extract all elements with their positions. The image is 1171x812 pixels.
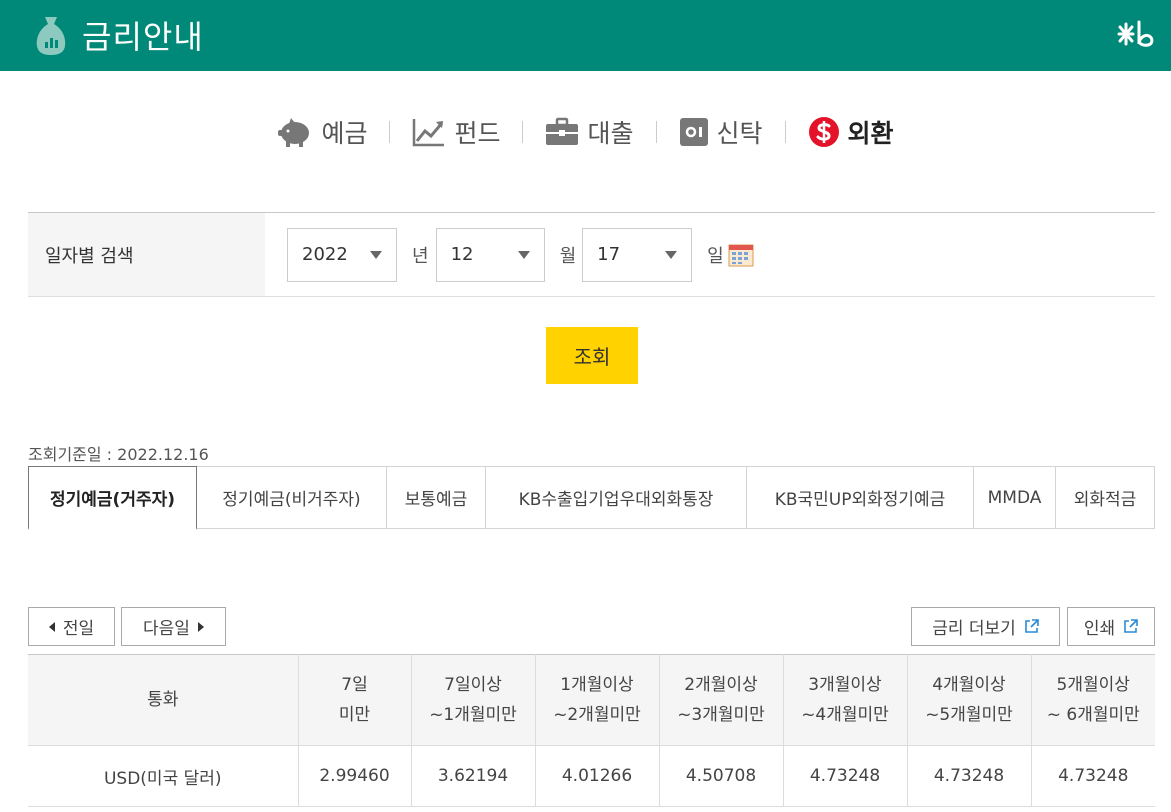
month-unit: 월 (559, 245, 577, 267)
rate-cell: 4.73248 (907, 745, 1032, 807)
deposit-type-tabs: 정기예금(거주자) 정기예금(비거주자) 보통예금 KB수출입기업우대외화통장 … (28, 466, 1155, 530)
calendar-icon[interactable] (728, 243, 754, 267)
date-search-row: 일자별 검색 2022 년 12 월 17 일 (28, 212, 1155, 297)
category-label: 신탁 (716, 119, 763, 148)
external-link-icon (1124, 619, 1138, 633)
column-header: 7일 미만 (298, 654, 412, 746)
prev-day-button[interactable]: 전일 (28, 607, 115, 646)
column-header: 2개월이상 ~3개월미만 (659, 654, 784, 746)
chevron-down-icon (517, 250, 530, 259)
category-label: 펀드 (454, 119, 501, 148)
more-rates-label: 금리 더보기 (932, 619, 1016, 639)
prev-day-label: 전일 (62, 619, 95, 639)
chevron-down-icon (370, 250, 382, 259)
category-foreign-exchange[interactable]: 외환 (786, 114, 916, 150)
category-label: 외환 (847, 119, 894, 148)
column-header: 7일이상 ~1개월미만 (411, 654, 536, 746)
kb-logo-icon[interactable] (1115, 18, 1157, 50)
print-label: 인쇄 (1083, 619, 1116, 639)
category-fund[interactable]: 펀드 (390, 114, 522, 150)
tab-fixed-deposit-resident[interactable]: 정기예금(거주자) (28, 466, 197, 530)
money-bag-icon (36, 17, 66, 55)
more-rates-button[interactable]: 금리 더보기 (911, 607, 1060, 646)
trend-chart-icon (413, 119, 445, 147)
month-value: 12 (450, 244, 474, 265)
day-value: 17 (597, 244, 621, 265)
page-title: 금리안내 (82, 18, 204, 56)
day-unit: 일 (707, 245, 724, 267)
date-search-fields: 2022 년 12 월 17 일 (265, 213, 1155, 296)
column-header: 1개월이상 ~2개월미만 (535, 654, 660, 746)
category-label: 예금 (321, 119, 368, 148)
print-button[interactable]: 인쇄 (1067, 607, 1155, 646)
column-header: 3개월이상 ~4개월미만 (783, 654, 908, 746)
table-header-row: 통화 7일 미만 7일이상 ~1개월미만 1개월이상 ~2개월미만 2개월이상 ~3개월… (28, 654, 1155, 746)
app-header: 금리안내 (0, 0, 1171, 71)
category-label: 대출 (587, 119, 634, 148)
tab-savings[interactable]: 보통예금 (387, 466, 486, 529)
triangle-left-icon (48, 621, 55, 632)
category-loan[interactable]: 대출 (523, 114, 655, 150)
rate-cell: 3.62194 (411, 745, 536, 807)
external-link-icon (1024, 619, 1039, 633)
rate-cell: 2.99460 (298, 745, 412, 807)
dollar-icon (808, 117, 839, 147)
rate-cell: 4.01266 (535, 745, 660, 807)
column-header: 4개월이상 ~5개월미만 (907, 654, 1032, 746)
product-category-nav: 예금 펀드 대출 신탁 외환 (0, 108, 1171, 156)
category-trust[interactable]: 신탁 (657, 114, 785, 150)
rate-cell: 4.73248 (783, 745, 908, 807)
briefcase-icon (546, 117, 579, 145)
year-value: 2022 (302, 244, 348, 265)
rate-cell: 4.73248 (1031, 745, 1155, 807)
tab-mmda[interactable]: MMDA (974, 466, 1056, 529)
tab-kb-up-fixed[interactable]: KB국민UP외화정기예금 (747, 466, 974, 529)
next-day-label: 다음일 (143, 619, 190, 639)
day-select[interactable]: 17 (582, 227, 693, 282)
tab-fixed-deposit-nonresident[interactable]: 정기예금(비거주자) (197, 466, 387, 529)
next-day-button[interactable]: 다음일 (121, 607, 226, 646)
safe-icon (679, 118, 708, 146)
basis-date: 조회기준일 : 2022.12.16 (28, 445, 209, 464)
column-header: 통화 (28, 654, 299, 746)
query-button[interactable]: 조회 (546, 327, 638, 384)
chevron-down-icon (665, 250, 678, 259)
piggy-bank-icon (278, 118, 310, 147)
tab-installment-savings[interactable]: 외화적금 (1056, 466, 1155, 529)
currency-cell: USD(미국 달러) (28, 745, 299, 807)
rate-cell: 4.50708 (659, 745, 784, 807)
triangle-right-icon (197, 621, 204, 632)
tab-kb-export-import[interactable]: KB수출입기업우대외화통장 (486, 466, 747, 529)
interest-rate-table: 통화 7일 미만 7일이상 ~1개월미만 1개월이상 ~2개월미만 2개월이상 ~3개월… (28, 654, 1155, 807)
category-deposit[interactable]: 예금 (255, 114, 389, 150)
column-header: 5개월이상 ~ 6개월미만 (1031, 654, 1155, 746)
month-select[interactable]: 12 (435, 227, 545, 282)
table-row: USD(미국 달러) 2.99460 3.62194 4.01266 4.507… (28, 745, 1155, 807)
year-select[interactable]: 2022 (287, 227, 397, 282)
year-unit: 년 (412, 245, 429, 267)
date-search-label: 일자별 검색 (28, 213, 265, 296)
